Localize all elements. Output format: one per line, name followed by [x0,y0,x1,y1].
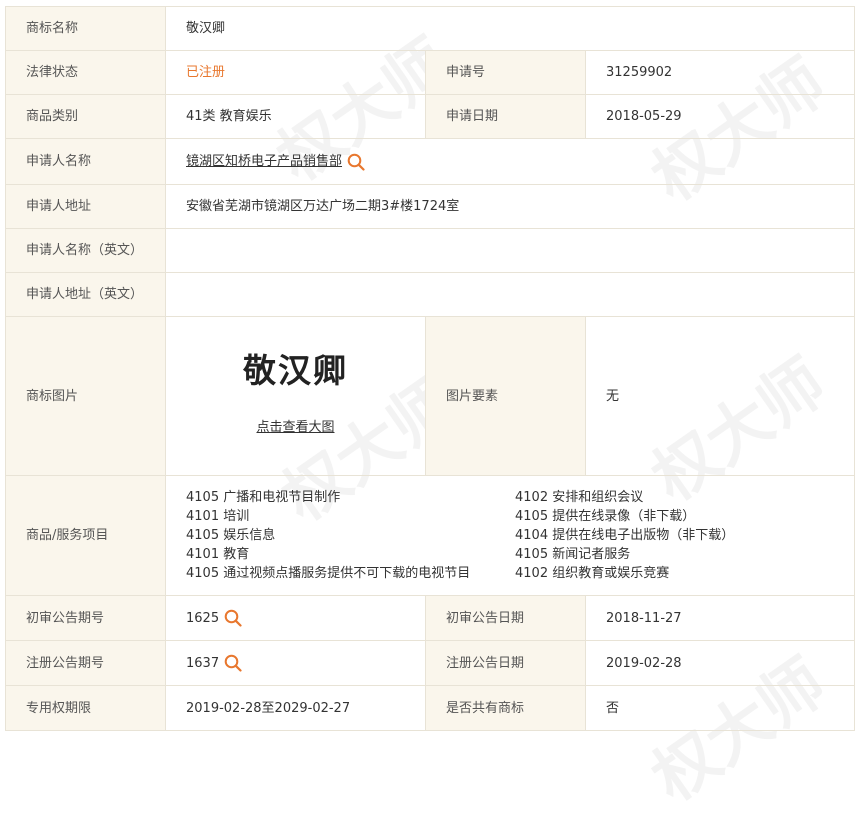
app-no-label: 申请号 [425,50,586,95]
search-icon[interactable] [224,609,242,627]
applicant-cell: 镜湖区知桥电子产品销售部 [164,138,856,185]
trademark-image-cell: 敬汉卿 点击查看大图 [165,316,426,476]
period-label: 专用权期限 [5,685,166,731]
address-label: 申请人地址 [5,184,166,229]
period-value: 2019-02-28至2029-02-27 [165,685,426,731]
trademark-image[interactable]: 敬汉卿 [166,354,425,387]
service-item: 4101 教育 [186,547,250,562]
status-label: 法律状态 [5,50,166,95]
reg-date-label: 注册公告日期 [425,640,586,686]
reg-no-label: 注册公告期号 [5,640,166,686]
trademark-name: 敬汉卿 [164,6,856,51]
service-item: 4105 通过视频点播服务提供不可下载的电视节目 [186,566,471,581]
app-date-value: 2018-05-29 [584,94,856,139]
reg-no-value: 1637 [186,655,220,671]
status-value: 已注册 [165,50,426,95]
service-item: 4105 广播和电视节目制作 [186,490,341,505]
service-item: 4105 娱乐信息 [186,528,276,543]
services-label: 商品/服务项目 [5,475,166,596]
address-en-value [164,272,856,317]
service-item: 4101 培训 [186,509,250,524]
elements-value: 无 [584,316,856,476]
class-label: 商品类别 [5,94,166,139]
reg-no-cell: 1637 [165,640,426,686]
services-list: 4105 广播和电视节目制作 4102 安排和组织会议 4101 培训 4105… [186,488,854,583]
class-value: 41类 教育娱乐 [165,94,426,139]
address-en-label: 申请人地址（英文） [5,272,166,317]
name-label: 商标名称 [5,6,166,51]
prelim-no-label: 初审公告期号 [5,595,166,641]
elements-label: 图片要素 [425,316,586,476]
app-no-value: 31259902 [584,50,856,95]
prelim-no-value: 1625 [186,610,220,626]
search-icon[interactable] [347,153,365,171]
image-label: 商标图片 [5,316,166,476]
address-value: 安徽省芜湖市镜湖区万达广场二期3#楼1724室 [164,184,856,229]
app-date-label: 申请日期 [425,94,586,139]
prelim-date-value: 2018-11-27 [584,595,856,641]
applicant-en-label: 申请人名称（英文） [5,228,166,273]
services-cell: 4105 广播和电视节目制作 4102 安排和组织会议 4101 培训 4105… [164,475,856,596]
shared-label: 是否共有商标 [425,685,586,731]
search-icon[interactable] [224,654,242,672]
service-item: 4104 提供在线电子出版物（非下载） [515,528,735,543]
trademark-detail-table: 商标名称 敬汉卿 法律状态 已注册 申请号 31259902 商品类别 41类 … [5,6,856,731]
service-item: 4105 提供在线录像（非下载） [515,509,696,524]
reg-date-value: 2019-02-28 [584,640,856,686]
view-large-image-link[interactable]: 点击查看大图 [256,418,334,437]
service-item: 4105 新闻记者服务 [515,547,631,562]
shared-value: 否 [584,685,856,731]
prelim-no-cell: 1625 [165,595,426,641]
applicant-en-value [164,228,856,273]
service-item: 4102 组织教育或娱乐竞赛 [515,566,670,581]
applicant-label: 申请人名称 [5,138,166,185]
applicant-link[interactable]: 镜湖区知桥电子产品销售部 [186,154,342,169]
service-item: 4102 安排和组织会议 [515,490,644,505]
prelim-date-label: 初审公告日期 [425,595,586,641]
